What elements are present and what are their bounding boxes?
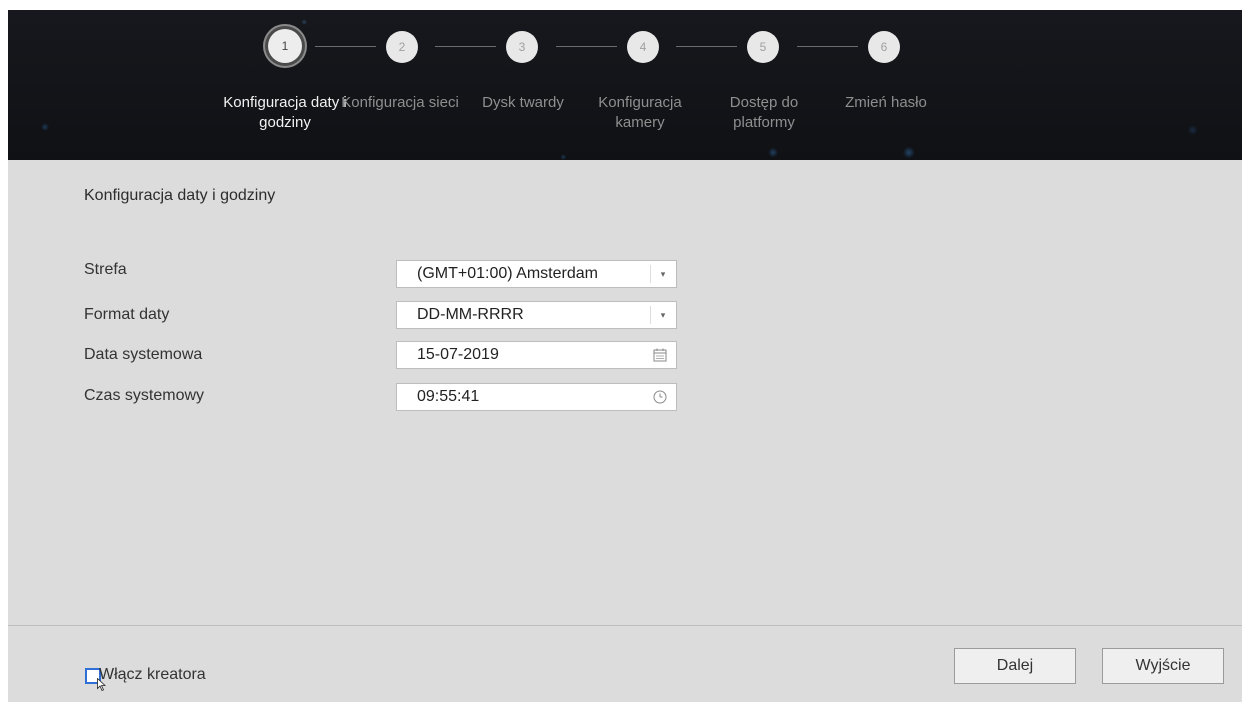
step-3-label: Dysk twardy (482, 94, 564, 111)
system-date-label: Data systemowa (84, 346, 203, 363)
step-6-label: Zmień hasło (845, 94, 927, 111)
calendar-icon[interactable] (652, 347, 668, 363)
timezone-label: Strefa (84, 261, 127, 278)
step-5-circle: 5 (747, 31, 779, 63)
step-connector (797, 46, 858, 47)
step-5-label: Dostęp do platformy (729, 94, 799, 131)
step-3-circle: 3 (506, 31, 538, 63)
exit-button[interactable]: Wyjście (1102, 648, 1224, 684)
step-6-circle: 6 (868, 31, 900, 63)
step-connector (676, 46, 737, 47)
date-format-select[interactable]: DD-MM-RRRR ▾ (396, 301, 677, 329)
chevron-down-icon[interactable]: ▾ (650, 261, 676, 287)
date-format-label: Format daty (84, 306, 170, 323)
footer-divider (8, 625, 1242, 626)
system-time-label: Czas systemowy (84, 387, 205, 404)
date-format-value: DD-MM-RRRR (417, 306, 524, 323)
step-connector (315, 46, 376, 47)
system-time-value: 09:55:41 (417, 388, 480, 405)
wizard-header: 1 2 3 4 5 6 Konfiguracja daty i godziny … (8, 10, 1242, 160)
enable-wizard-label[interactable]: Włącz kreatora (99, 666, 206, 684)
step-1-circle: 1 (268, 29, 302, 63)
setup-wizard-dialog: 1 2 3 4 5 6 Konfiguracja daty i godziny … (8, 10, 1242, 702)
step-1-label: Konfiguracja daty i godziny (223, 94, 347, 131)
mouse-cursor-icon (97, 678, 106, 691)
system-date-field[interactable]: 15-07-2019 (396, 341, 677, 369)
step-4-circle: 4 (627, 31, 659, 63)
next-button[interactable]: Dalej (954, 648, 1076, 684)
step-connector (435, 46, 496, 47)
step-connector (556, 46, 617, 47)
system-date-value: 15-07-2019 (417, 346, 499, 363)
system-time-field[interactable]: 09:55:41 (396, 383, 677, 411)
timezone-select[interactable]: (GMT+01:00) Amsterdam ▾ (396, 260, 677, 288)
chevron-down-icon[interactable]: ▾ (650, 302, 676, 328)
step-2-label: Konfiguracja sieci (341, 94, 459, 111)
timezone-value: (GMT+01:00) Amsterdam (417, 265, 598, 282)
step-4-label: Konfiguracja kamery (598, 94, 682, 131)
clock-icon[interactable] (652, 389, 668, 405)
section-title: Konfiguracja daty i godziny (84, 187, 276, 204)
step-2-circle: 2 (386, 31, 418, 63)
